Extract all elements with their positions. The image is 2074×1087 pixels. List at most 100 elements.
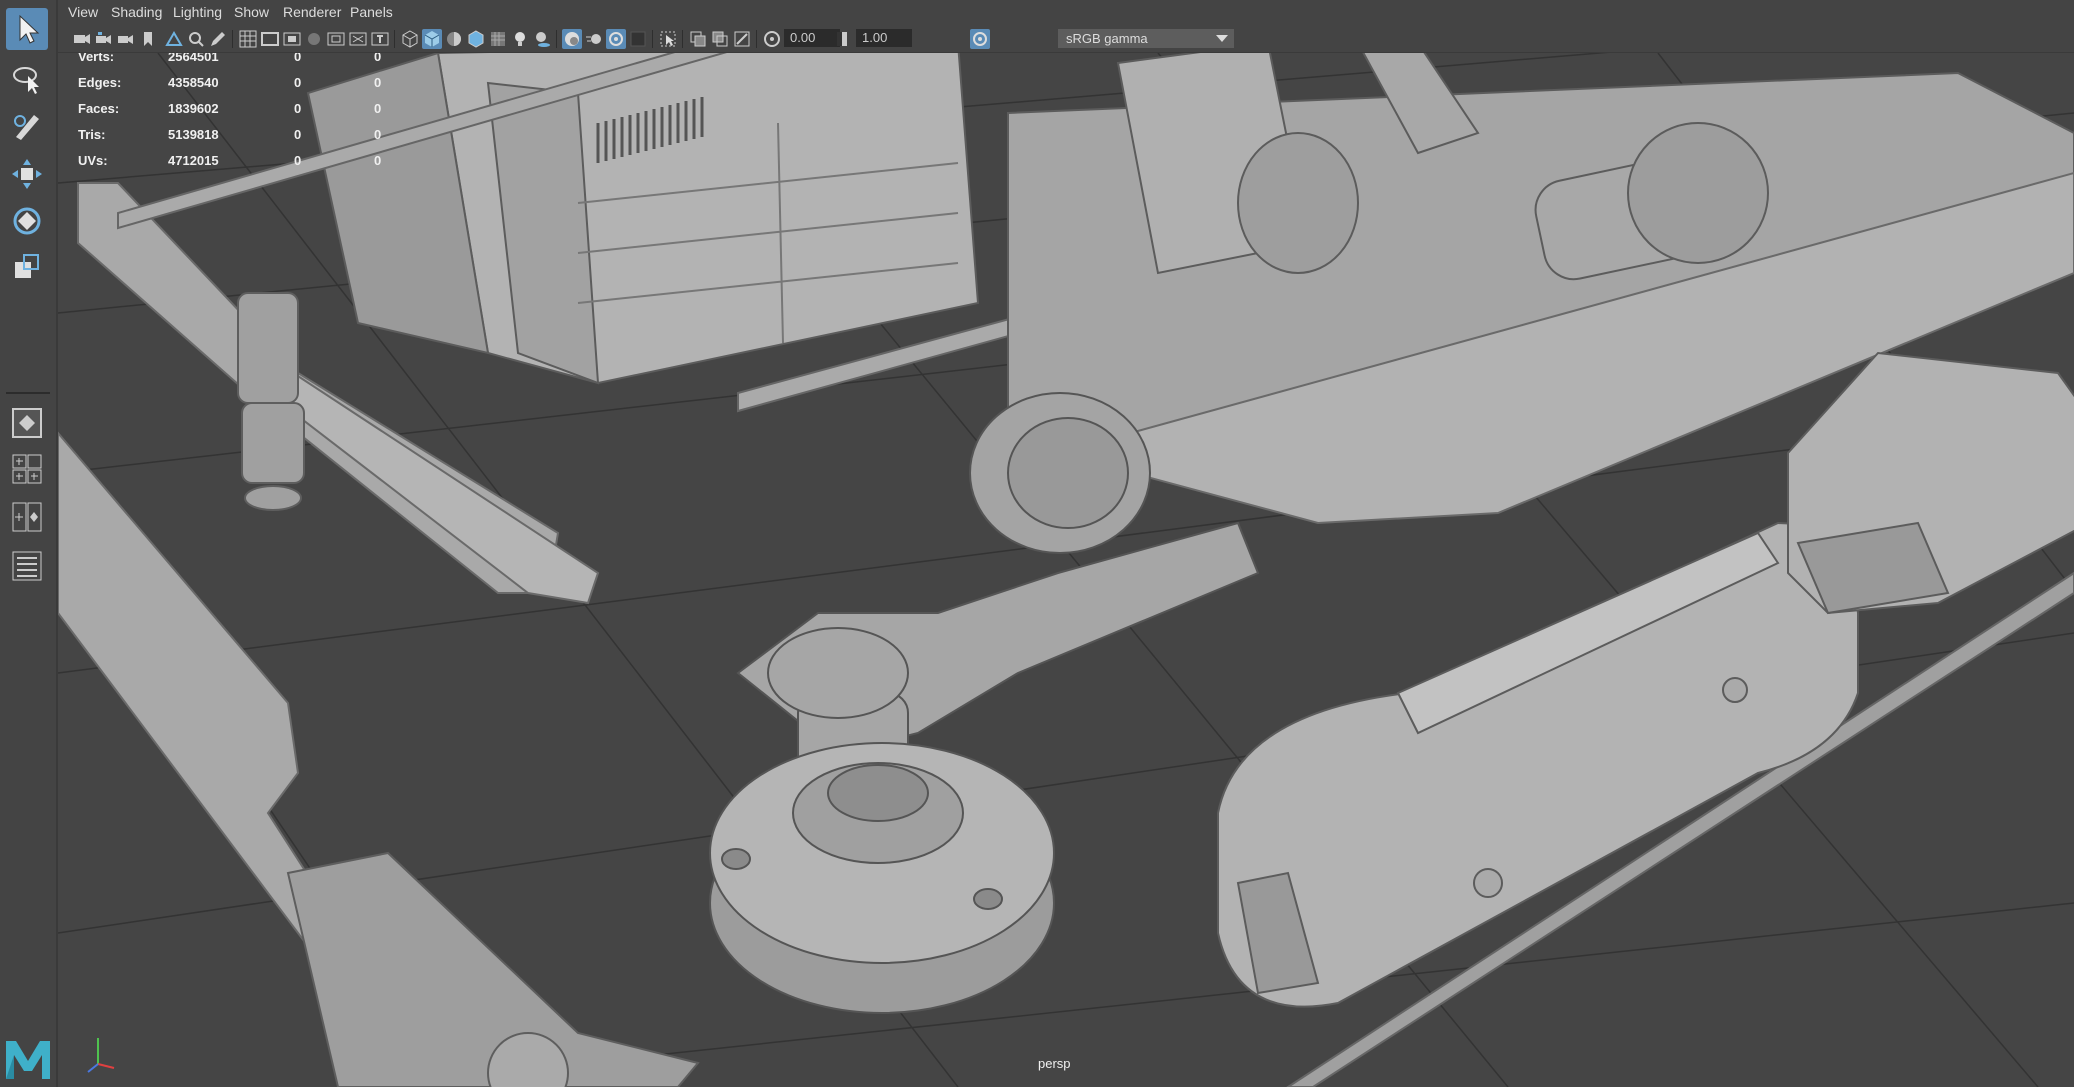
hud-label: Faces:: [78, 101, 120, 116]
single-view-icon: [12, 408, 42, 438]
3d-viewport[interactable]: Verts: 2564501 0 0 Edges: 4358540 0 0 Fa…: [58, 53, 2074, 1087]
hud-value: 4358540: [168, 75, 219, 90]
textured-icon: [491, 32, 505, 46]
hud-value: 4712015: [168, 153, 219, 168]
color-space-label: sRGB gamma: [1066, 31, 1148, 46]
wireframe-on-shaded-button[interactable]: [466, 29, 486, 49]
grease-pencil-button[interactable]: [208, 29, 228, 49]
safe-action-button[interactable]: [348, 29, 368, 49]
image-plane-icon: [165, 31, 183, 46]
resolution-gate-icon: [283, 32, 301, 46]
gamma-icon: [837, 32, 847, 46]
round-base: [709, 742, 1055, 1014]
isolate-select-button[interactable]: [658, 29, 678, 49]
bookmarks-button[interactable]: [116, 29, 136, 49]
hud-value-selected: 0: [294, 53, 302, 64]
isolate-select-icon: [660, 31, 676, 47]
color-space-dropdown[interactable]: sRGB gamma: [1058, 29, 1234, 48]
tool-separator: [6, 392, 50, 394]
anti-aliasing-icon: [609, 32, 623, 46]
lasso-tool-button[interactable]: [6, 58, 48, 100]
maya-window: View Shading Lighting Show Renderer Pane…: [0, 0, 2074, 1087]
hud-label: Edges:: [78, 75, 122, 90]
use-all-lights-button[interactable]: [510, 29, 530, 49]
ambient-occlusion-icon: [565, 32, 579, 46]
field-chart-icon: [327, 32, 345, 46]
hud-value: 2564501: [168, 53, 219, 64]
hud-value: 5139818: [168, 127, 219, 142]
four-view-icon: [12, 454, 42, 484]
hud-value-selected: 0: [294, 75, 302, 90]
field-chart-button[interactable]: [326, 29, 346, 49]
rotate-icon: [13, 207, 41, 235]
menu-shading[interactable]: Shading: [111, 4, 162, 20]
color-management-icon: [973, 32, 987, 46]
shaded-cube-icon: [424, 31, 440, 47]
xray-active-components-button[interactable]: [710, 29, 730, 49]
camera-name-label: persp: [1038, 1056, 1071, 1071]
resolution-gate-button[interactable]: [282, 29, 302, 49]
menu-show[interactable]: Show: [234, 4, 269, 20]
move-icon: [12, 159, 42, 189]
film-gate-button[interactable]: [260, 29, 280, 49]
xray-joints-button[interactable]: [732, 29, 752, 49]
bookmark-icon: [144, 32, 152, 46]
toolbar-divider: [232, 30, 233, 48]
select-camera-button[interactable]: [72, 29, 92, 49]
menu-lighting[interactable]: Lighting: [173, 4, 222, 20]
default-material-icon: [447, 32, 461, 46]
axis-gizmo: [87, 1038, 115, 1073]
xray-components-icon: [712, 31, 728, 47]
hud-value-component: 0: [374, 127, 382, 142]
gate-mask-button[interactable]: [304, 29, 324, 49]
exposure-icon-button[interactable]: [762, 29, 782, 49]
select-tool-button[interactable]: [6, 8, 48, 50]
image-plane-button[interactable]: [164, 29, 184, 49]
screen-space-ao-button[interactable]: [562, 29, 582, 49]
light-bulb-icon: [515, 32, 525, 46]
textured-button[interactable]: [488, 29, 508, 49]
2d-pan-zoom-button[interactable]: [186, 29, 206, 49]
xray-button[interactable]: [688, 29, 708, 49]
rotate-tool-button[interactable]: [6, 200, 48, 242]
hud-value-component: 0: [374, 101, 382, 116]
menu-renderer[interactable]: Renderer: [283, 4, 341, 20]
paint-select-tool-button[interactable]: [6, 105, 48, 147]
scale-tool-button[interactable]: [6, 246, 48, 288]
hud-label: UVs:: [78, 153, 108, 168]
four-view-layout-button[interactable]: [6, 448, 48, 490]
rotor-hub-upper: [237, 292, 305, 511]
safe-title-button[interactable]: [370, 29, 390, 49]
safe-title-icon: [371, 32, 389, 46]
pan-zoom-icon: [189, 32, 204, 47]
scale-icon: [15, 254, 39, 278]
smooth-shade-button[interactable]: [422, 29, 442, 49]
bookmark-button[interactable]: [138, 29, 158, 49]
toolbar-divider: [556, 30, 557, 48]
menu-view[interactable]: View: [68, 4, 98, 20]
toolbar-divider: [394, 30, 395, 48]
view-transform-toggle[interactable]: [970, 29, 990, 49]
move-tool-button[interactable]: [6, 153, 48, 195]
default-material-button[interactable]: [444, 29, 464, 49]
gate-mask-icon: [308, 33, 320, 45]
depth-of-field-button[interactable]: [628, 29, 648, 49]
xray-joints-icon: [734, 31, 750, 47]
hud-value-component: 0: [374, 75, 382, 90]
wireframe-button[interactable]: [400, 29, 420, 49]
camera-attributes-button[interactable]: [94, 29, 114, 49]
outliner-layout-button[interactable]: [6, 545, 48, 587]
wireframe-on-shaded-icon: [468, 30, 484, 48]
motion-blur-button[interactable]: [584, 29, 604, 49]
menu-panels[interactable]: Panels: [350, 4, 393, 20]
multisample-aa-button[interactable]: [606, 29, 626, 49]
grid-toggle-button[interactable]: [238, 29, 258, 49]
shadows-button[interactable]: [532, 29, 552, 49]
hud-value: 1839602: [168, 101, 219, 116]
gamma-field[interactable]: 1.00: [856, 29, 912, 47]
shadows-icon: [536, 32, 550, 47]
gamma-icon-button[interactable]: [832, 29, 852, 49]
two-view-layout-button[interactable]: [6, 496, 48, 538]
hud-value-selected: 0: [294, 127, 302, 142]
single-view-layout-button[interactable]: [6, 402, 48, 444]
